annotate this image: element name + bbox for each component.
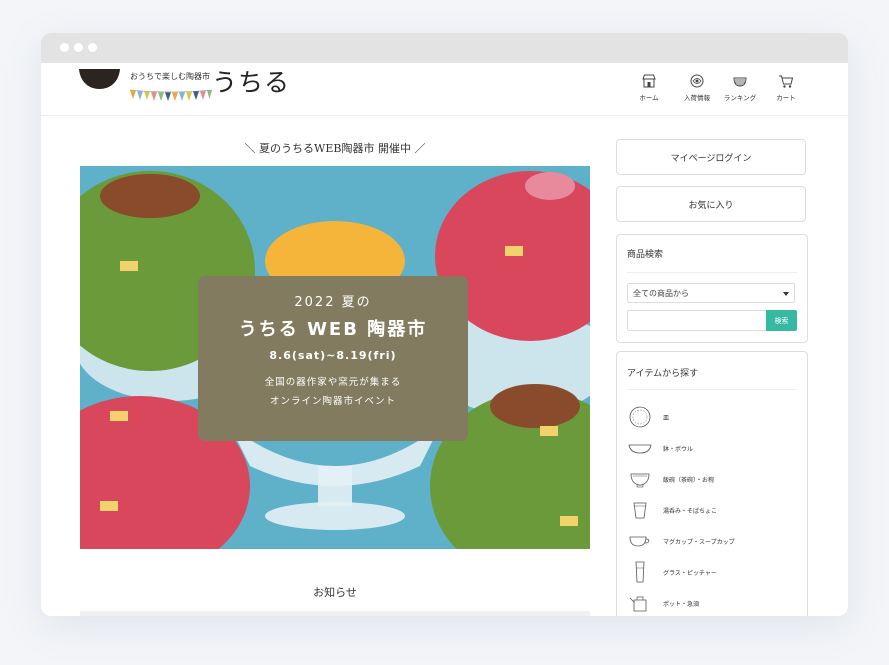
search-button[interactable]: 検索 [766, 310, 797, 331]
category-plate-label: 皿 [663, 415, 670, 422]
divider [627, 272, 797, 273]
divider [627, 389, 797, 390]
product-search-panel: 商品検索 全ての商品から 検索 [616, 234, 808, 343]
bowl-logo-icon[interactable] [79, 69, 120, 89]
rice-bowl-icon [630, 473, 650, 488]
category-title: アイテムから探す [627, 369, 699, 379]
nav-arrivals-label: 入荷情報 [684, 94, 710, 102]
brand-logotype[interactable]: うちる [212, 63, 290, 99]
category-rice-bowl-label: 飯碗（茶碗）・お椀 [663, 477, 715, 484]
favorites-button[interactable]: お気に入り [616, 186, 806, 222]
news-heading: お知らせ [313, 586, 357, 599]
category-glass-label: グラス・ピッチャー [663, 570, 717, 577]
window-dot [88, 43, 97, 52]
mypage-login-button[interactable]: マイページログイン [616, 139, 806, 175]
site-tagline: おうちで楽しむ陶器市 [130, 72, 210, 81]
banner-line4: 全国の器作家や窯元が集まる [264, 377, 402, 388]
category-glass[interactable]: グラス・ピッチャー [627, 559, 797, 585]
crown-bowl-icon [733, 77, 747, 87]
nav-cart-label: カート [776, 94, 796, 102]
category-pot[interactable]: ポット・急須 [627, 590, 797, 616]
news-list-top [80, 611, 590, 616]
nav-arrivals[interactable]: 入荷情報 [677, 73, 717, 102]
event-banner[interactable]: 2022 夏の うちる WEB 陶器市 8.6(sat)~8.19(fri) 全… [80, 166, 590, 549]
shop-icon [642, 74, 656, 88]
nav-ranking[interactable]: ランキング [720, 73, 760, 102]
category-panel: アイテムから探す 皿 鉢・ボウル 飯碗（茶碗）・お椀 湯呑み・そばちょこ マグカ… [616, 351, 808, 616]
browser-window: おうちで楽しむ陶器市 うちる ホーム 入荷情報 ランキング カート ＼ 夏のうち… [41, 33, 848, 616]
event-notice: ＼ 夏のうちるWEB陶器市 開催中 ／ [244, 142, 426, 155]
nav-home-label: ホーム [639, 94, 659, 102]
search-scope-value: 全ての商品から [633, 289, 689, 298]
banner-title: うちる WEB 陶器市 [238, 319, 428, 340]
plate-icon [629, 406, 651, 428]
bowl-icon [628, 444, 652, 454]
nav-home[interactable]: ホーム [629, 73, 669, 102]
site-header: おうちで楽しむ陶器市 うちる ホーム 入荷情報 ランキング カート [41, 63, 848, 116]
box-icon [690, 74, 704, 88]
cup-icon [633, 502, 647, 519]
mug-icon [629, 536, 650, 547]
category-mug[interactable]: マグカップ・スープカップ [627, 528, 797, 554]
banner-line5: オンライン陶器市イベント [269, 396, 396, 407]
window-dot [74, 43, 83, 52]
search-input[interactable] [627, 310, 766, 331]
category-cup-label: 湯呑み・そばちょこ [663, 508, 718, 515]
category-bowl[interactable]: 鉢・ボウル [627, 435, 797, 461]
cart-icon [779, 75, 794, 88]
category-pot-label: ポット・急須 [663, 601, 700, 608]
chevron-down-icon [783, 292, 789, 296]
search-scope-select[interactable]: 全ての商品から [627, 283, 795, 303]
category-mug-label: マグカップ・スープカップ [663, 539, 735, 546]
banner-line1: 2022 夏の [294, 295, 372, 310]
nav-cart[interactable]: カート [766, 73, 806, 102]
category-rice-bowl[interactable]: 飯碗（茶碗）・お椀 [627, 466, 797, 492]
product-search-title: 商品検索 [627, 250, 664, 260]
pot-icon [629, 596, 647, 612]
glass-icon [635, 561, 645, 583]
window-titlebar [41, 33, 848, 63]
category-cup[interactable]: 湯呑み・そばちょこ [627, 497, 797, 523]
banner-dates: 8.6(sat)~8.19(fri) [269, 349, 397, 362]
bunting-decoration [130, 89, 212, 101]
window-dot [60, 43, 69, 52]
category-plate[interactable]: 皿 [627, 404, 797, 430]
nav-ranking-label: ランキング [723, 94, 757, 102]
category-bowl-label: 鉢・ボウル [663, 446, 694, 453]
